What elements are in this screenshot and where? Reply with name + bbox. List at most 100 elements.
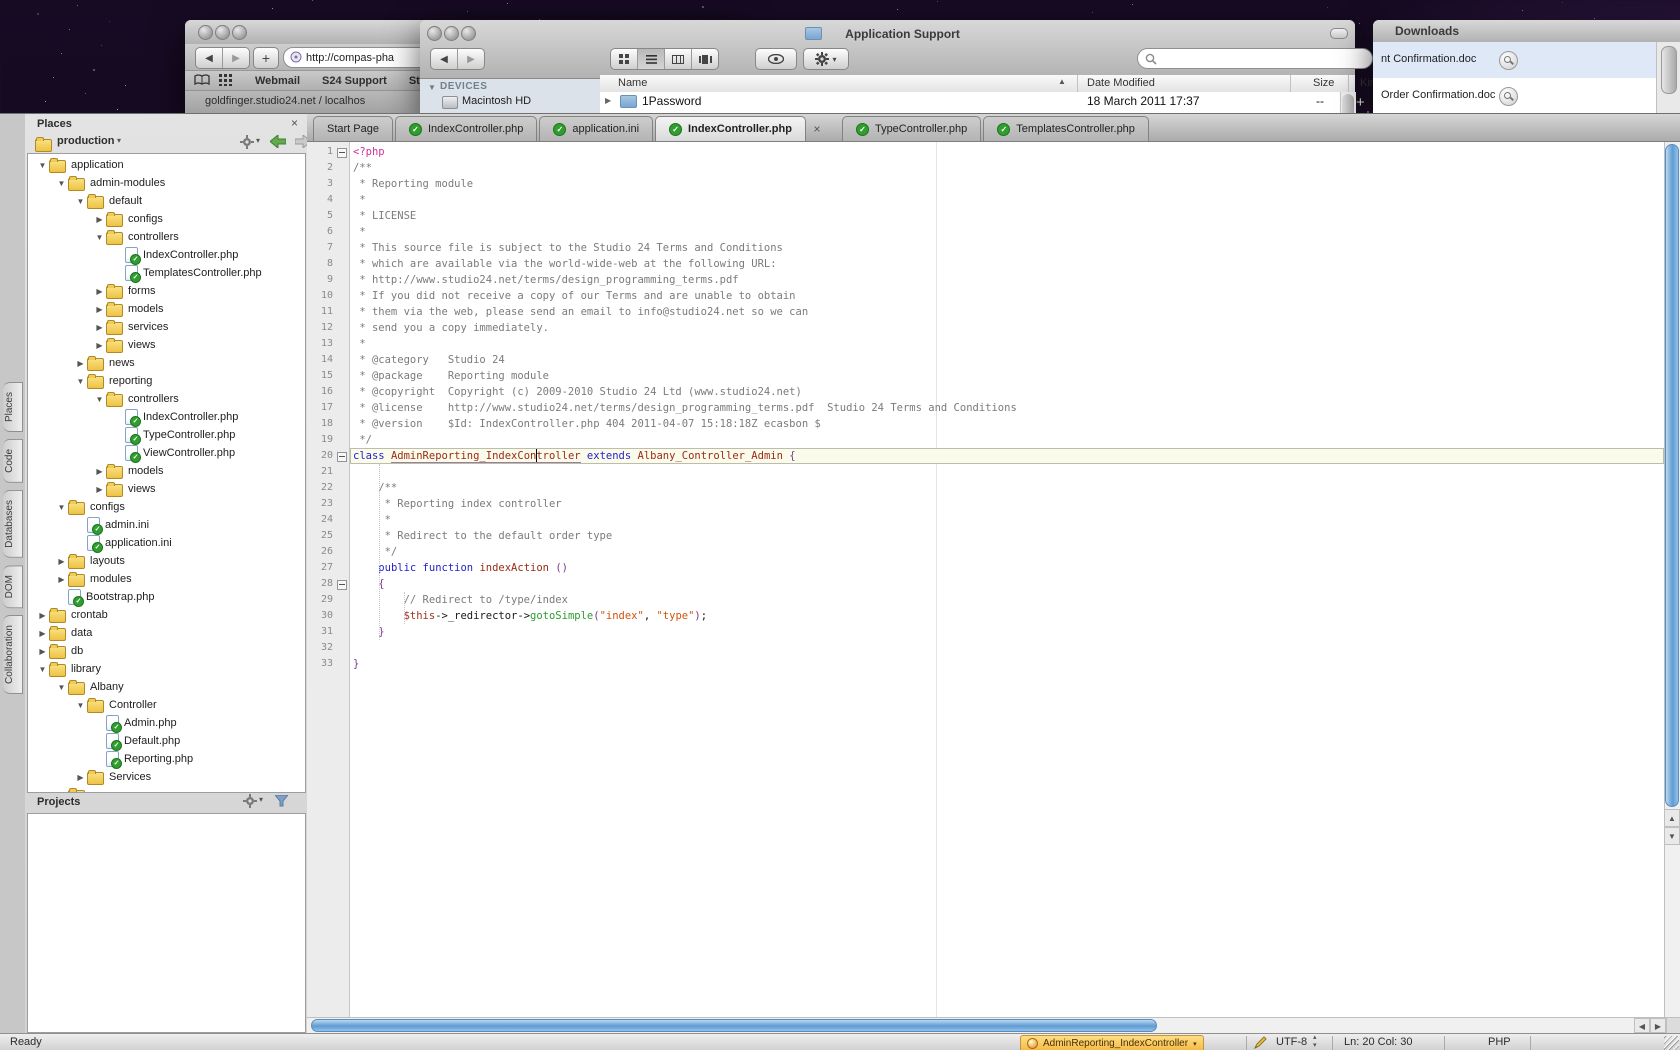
tree-item-controller[interactable]: ▼Controller — [28, 696, 305, 714]
gutter-line-20[interactable]: 20 — [307, 448, 349, 464]
places-gear-icon[interactable] — [240, 135, 254, 149]
places-root-selector[interactable]: production — [57, 135, 114, 147]
side-tab-dom[interactable]: DOM — [3, 565, 23, 608]
tree-item-admin-modules[interactable]: ▼admin-modules — [28, 174, 305, 192]
code-line-7[interactable]: * This source file is subject to the Stu… — [350, 240, 1664, 256]
gutter-line-3[interactable]: 3 — [307, 176, 349, 192]
gutter-line-31[interactable]: 31 — [307, 624, 349, 640]
gutter-line-33[interactable]: 33 — [307, 656, 349, 672]
editor-tab-application-ini[interactable]: ✓application.ini — [539, 116, 653, 141]
gutter-line-19[interactable]: 19 — [307, 432, 349, 448]
scroll-down-icon[interactable]: ▼ — [1664, 827, 1680, 845]
expand-icon[interactable]: ▶ — [93, 287, 106, 296]
gutter-line-6[interactable]: 6 — [307, 224, 349, 240]
tree-item-controllers[interactable]: ▼controllers — [28, 228, 305, 246]
gutter-line-18[interactable]: 18 — [307, 416, 349, 432]
expand-icon[interactable]: ▶ — [74, 359, 87, 368]
code-line-32[interactable] — [350, 640, 1664, 656]
gutter-line-22[interactable]: 22 — [307, 480, 349, 496]
editor-tab-templatescontroller-php[interactable]: ✓TemplatesController.php — [983, 116, 1149, 141]
gutter-line-32[interactable]: 32 — [307, 640, 349, 656]
code-editor[interactable]: <?php/** * Reporting module * * LICENSE … — [350, 142, 1664, 1017]
tree-item-default[interactable]: ▼default — [28, 192, 305, 210]
code-line-26[interactable]: */ — [350, 544, 1664, 560]
tree-item-services[interactable]: ▶Services — [28, 768, 305, 786]
tree-item-views[interactable]: ▶views — [28, 480, 305, 498]
language-selector[interactable]: PHP — [1488, 1036, 1511, 1048]
gutter-line-28[interactable]: 28 — [307, 576, 349, 592]
expand-icon[interactable]: ▶ — [93, 305, 106, 314]
hidden-window-plus-button[interactable]: + — [1356, 94, 1374, 112]
code-line-14[interactable]: * @category Studio 24 — [350, 352, 1664, 368]
gutter-line-9[interactable]: 9 — [307, 272, 349, 288]
gutter-line-24[interactable]: 24 — [307, 512, 349, 528]
code-line-31[interactable]: } — [350, 624, 1664, 640]
tree-item-viewcontroller-php[interactable]: ViewController.php — [28, 444, 305, 462]
editor-tab-typecontroller-php[interactable]: ✓TypeController.php — [842, 116, 981, 141]
bookmark-item-s24-support[interactable]: S24 Support — [322, 75, 387, 87]
projects-filter-icon[interactable] — [275, 795, 288, 807]
bookmark-item-webmail[interactable]: Webmail — [255, 75, 300, 87]
places-close-icon[interactable]: × — [291, 116, 298, 130]
collapse-icon[interactable]: ▼ — [93, 395, 106, 404]
tree-item-typecontroller-php[interactable]: TypeController.php — [28, 426, 305, 444]
quicklook-button[interactable] — [755, 48, 797, 70]
bookmarks-book-icon[interactable] — [194, 74, 210, 86]
tree-item-bootstrap-php[interactable]: Bootstrap.php — [28, 588, 305, 606]
tree-item-db[interactable]: ▶db — [28, 642, 305, 660]
collapse-icon[interactable]: ▼ — [74, 377, 87, 386]
tree-item-layouts[interactable]: ▶layouts — [28, 552, 305, 570]
code-line-33[interactable]: } — [350, 656, 1664, 672]
tree-item-modules[interactable]: ▶modules — [28, 570, 305, 588]
sidebar-item-macintosh-hd[interactable]: Macintosh HD — [462, 95, 531, 107]
projects-gear-dropdown-icon[interactable]: ▾ — [259, 795, 263, 804]
gutter-line-12[interactable]: 12 — [307, 320, 349, 336]
forward-icon[interactable]: ▶ — [458, 49, 484, 69]
expand-icon[interactable]: ▶ — [55, 791, 68, 794]
gutter-line-23[interactable]: 23 — [307, 496, 349, 512]
code-line-10[interactable]: * If you did not receive a copy of our T… — [350, 288, 1664, 304]
list-view-icon[interactable] — [638, 49, 665, 69]
code-line-8[interactable]: * which are available via the world-wide… — [350, 256, 1664, 272]
back-icon[interactable]: ◀ — [196, 48, 223, 68]
code-line-5[interactable]: * LICENSE — [350, 208, 1664, 224]
gutter-line-21[interactable]: 21 — [307, 464, 349, 480]
bookmark-item-st[interactable]: St — [409, 75, 420, 87]
back-icon[interactable]: ◀ — [431, 49, 458, 69]
code-line-18[interactable]: * @version $Id: IndexController.php 404 … — [350, 416, 1664, 432]
places-back-icon[interactable] — [270, 135, 286, 148]
gutter-line-11[interactable]: 11 — [307, 304, 349, 320]
gutter-line-29[interactable]: 29 — [307, 592, 349, 608]
gutter-line-15[interactable]: 15 — [307, 368, 349, 384]
browser-tab[interactable]: goldfinger.studio24.net / localhos — [185, 91, 421, 113]
syntax-check-pencil-icon[interactable] — [1254, 1036, 1267, 1049]
close-tab-icon[interactable]: × — [808, 117, 826, 141]
gutter-line-17[interactable]: 17 — [307, 400, 349, 416]
forward-icon[interactable]: ▶ — [223, 48, 249, 68]
collapse-icon[interactable]: ▼ — [74, 197, 87, 206]
side-tab-databases[interactable]: Databases — [3, 490, 23, 558]
tree-item-crontab[interactable]: ▶crontab — [28, 606, 305, 624]
tree-item-reporting[interactable]: ▼reporting — [28, 372, 305, 390]
code-line-30[interactable]: $this->_redirector->gotoSimple("index", … — [350, 608, 1664, 624]
code-line-13[interactable]: * — [350, 336, 1664, 352]
gutter-line-1[interactable]: 1 — [307, 144, 349, 160]
code-line-3[interactable]: * Reporting module — [350, 176, 1664, 192]
code-line-23[interactable]: * Reporting index controller — [350, 496, 1664, 512]
finder-row-1password[interactable]: ▶ 1Password 18 March 2011 17:37 -- Folde… — [600, 92, 1355, 110]
code-line-24[interactable]: * — [350, 512, 1664, 528]
download-item[interactable]: Order Confirmation.doc — [1373, 78, 1656, 113]
code-line-16[interactable]: * @copyright Copyright (c) 2009-2010 Stu… — [350, 384, 1664, 400]
collapse-icon[interactable]: ▼ — [55, 683, 68, 692]
tree-item-default-php[interactable]: Default.php — [28, 732, 305, 750]
editor-gutter[interactable]: 1234567891011121314151617181920212223242… — [307, 142, 350, 1017]
places-gear-dropdown-icon[interactable]: ▾ — [256, 136, 260, 145]
code-line-20[interactable]: class AdminReporting_IndexController ext… — [350, 448, 1664, 464]
tree-item-reporting-php[interactable]: Reporting.php — [28, 750, 305, 768]
editor-hscrollbar-thumb[interactable] — [311, 1019, 1157, 1032]
encoding-selector[interactable]: UTF-8 — [1276, 1036, 1307, 1048]
editor-tab-start-page[interactable]: Start Page — [313, 116, 393, 141]
side-tab-places[interactable]: Places — [3, 382, 23, 432]
tree-item-application[interactable]: ▼application — [28, 156, 305, 174]
tree-item-controllers[interactable]: ▼controllers — [28, 390, 305, 408]
